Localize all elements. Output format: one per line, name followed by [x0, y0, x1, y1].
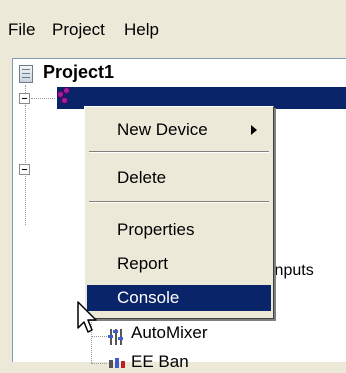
tree-item-inputs[interactable]: inputs — [271, 262, 314, 280]
device-block-icon — [109, 355, 125, 368]
menu-item-report[interactable]: Report — [87, 251, 271, 277]
menu-item-label: Properties — [117, 220, 195, 239]
menu-bar: File Project Help — [0, 0, 346, 58]
mouse-pointer-icon — [76, 300, 104, 336]
tree-item-partial[interactable]: EE Ban — [131, 352, 189, 372]
menu-project[interactable]: Project — [52, 20, 105, 40]
menu-item-console[interactable]: Console — [87, 285, 271, 311]
menu-item-label: New Device — [117, 120, 208, 139]
menu-item-label: Delete — [117, 168, 167, 187]
tree-line — [31, 98, 55, 99]
collapse-toggle-icon[interactable] — [19, 93, 30, 104]
menu-separator — [89, 151, 269, 153]
menu-help[interactable]: Help — [124, 20, 159, 40]
context-menu: New Device Delete Properties Report Cons… — [84, 106, 274, 319]
menu-item-delete[interactable]: Delete — [87, 165, 271, 191]
menu-item-properties[interactable]: Properties — [87, 217, 271, 243]
automixer-icon — [108, 327, 125, 345]
submenu-arrow-icon — [251, 125, 257, 135]
tree-item-automixer[interactable]: AutoMixer — [131, 323, 208, 343]
project-icon — [19, 65, 33, 83]
tree-line — [91, 336, 107, 337]
menu-item-label: Console — [117, 288, 180, 307]
tree-line — [91, 363, 107, 364]
device-icon — [55, 87, 73, 107]
menu-item-new-device[interactable]: New Device — [87, 117, 271, 143]
menu-item-label: Report — [117, 254, 169, 273]
menu-file[interactable]: File — [8, 20, 35, 40]
menu-separator — [89, 201, 269, 203]
tree-item-project1[interactable]: Project1 — [43, 62, 114, 83]
collapse-toggle-icon[interactable] — [19, 164, 30, 175]
